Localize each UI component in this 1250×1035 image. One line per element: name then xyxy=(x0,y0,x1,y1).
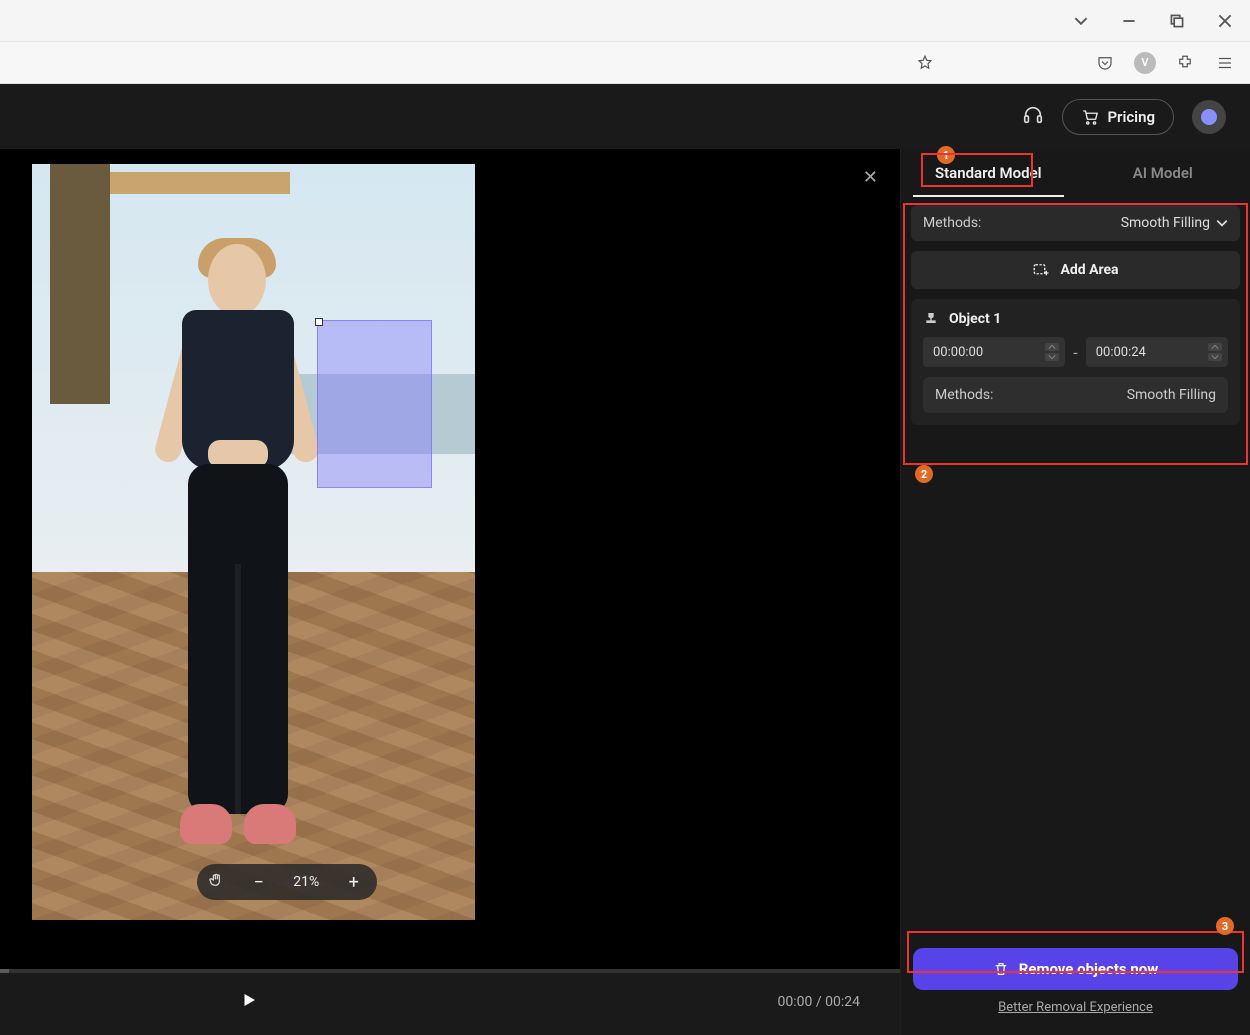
bookmark-star-icon[interactable] xyxy=(914,52,936,74)
window-maximize-button[interactable] xyxy=(1162,6,1192,36)
window-dropdown-icon[interactable] xyxy=(1066,6,1096,36)
chevron-down-icon xyxy=(1216,217,1228,229)
window-titlebar xyxy=(0,0,1250,42)
play-button[interactable] xyxy=(240,991,258,1013)
app-topbar: Pricing xyxy=(0,84,1250,149)
object-time-range: 00:00:00 - 00:00:24 xyxy=(923,337,1228,367)
object-card: Object 1 00:00:00 - 00:00:24 xyxy=(911,299,1240,425)
object-methods-value: Smooth Filling xyxy=(1127,387,1216,403)
video-frame[interactable]: − 21% + xyxy=(32,164,475,920)
pocket-icon[interactable] xyxy=(1094,52,1116,74)
browser-toolbar: V xyxy=(0,42,1250,84)
zoom-level: 21% xyxy=(293,874,319,890)
annotation-badge-1: 1 xyxy=(937,146,955,164)
methods-row: Methods: Smooth Filling xyxy=(911,205,1240,241)
time-display: 00:00 / 00:24 xyxy=(778,994,860,1010)
time-start-input[interactable]: 00:00:00 xyxy=(923,337,1065,367)
time-end-up[interactable] xyxy=(1208,343,1222,351)
app-root: Pricing ✕ xyxy=(0,84,1250,1035)
panel-settings: Methods: Smooth Filling Add Area Object … xyxy=(901,197,1250,433)
time-end-down[interactable] xyxy=(1208,353,1222,361)
headphones-icon[interactable] xyxy=(1022,104,1044,130)
zoom-in-button[interactable]: + xyxy=(342,872,366,893)
trash-icon xyxy=(993,961,1009,977)
window-close-button[interactable] xyxy=(1210,6,1240,36)
object-name: Object 1 xyxy=(949,311,1001,327)
range-separator: - xyxy=(1073,343,1077,362)
add-area-button[interactable]: Add Area xyxy=(911,251,1240,289)
progress-track[interactable] xyxy=(0,969,900,973)
annotation-badge-2: 2 xyxy=(915,465,933,483)
stamp-icon xyxy=(923,311,939,327)
cart-icon xyxy=(1081,108,1099,126)
time-start-up[interactable] xyxy=(1045,343,1059,351)
better-removal-link[interactable]: Better Removal Experience xyxy=(998,1000,1153,1015)
time-end-input[interactable]: 00:00:24 xyxy=(1086,337,1228,367)
video-playbar: 00:00 / 00:24 xyxy=(0,969,900,1035)
close-icon[interactable]: ✕ xyxy=(863,167,878,188)
tab-ai-model[interactable]: AI Model xyxy=(1076,149,1250,197)
annotation-badge-3: 3 xyxy=(1216,917,1234,935)
pricing-button[interactable]: Pricing xyxy=(1062,99,1174,135)
zoom-toolbar: − 21% + xyxy=(197,864,377,900)
right-panel: Standard Model AI Model 1 Methods: Smoot… xyxy=(900,149,1250,1035)
window-minimize-button[interactable] xyxy=(1114,6,1144,36)
selection-overlay[interactable] xyxy=(317,320,432,488)
add-area-icon xyxy=(1032,261,1050,279)
methods-dropdown[interactable]: Smooth Filling xyxy=(1121,215,1228,231)
extensions-icon[interactable] xyxy=(1174,52,1196,74)
methods-label: Methods: xyxy=(923,215,981,231)
model-tabs: Standard Model AI Model 1 xyxy=(901,149,1250,197)
object-methods-row: Methods: Smooth Filling xyxy=(923,377,1228,413)
pricing-label: Pricing xyxy=(1107,108,1155,126)
hamburger-menu-icon[interactable] xyxy=(1214,52,1236,74)
panel-footer: Remove objects now Better Removal Experi… xyxy=(901,938,1250,1035)
tab-standard-model[interactable]: Standard Model xyxy=(901,149,1076,197)
remove-objects-button[interactable]: Remove objects now xyxy=(913,948,1238,990)
user-avatar[interactable] xyxy=(1192,100,1226,134)
account-badge[interactable]: V xyxy=(1134,52,1156,74)
zoom-out-button[interactable]: − xyxy=(247,872,271,893)
time-start-down[interactable] xyxy=(1045,353,1059,361)
pan-hand-icon[interactable] xyxy=(208,872,224,892)
editor-canvas-area: ✕ xyxy=(0,149,900,1035)
